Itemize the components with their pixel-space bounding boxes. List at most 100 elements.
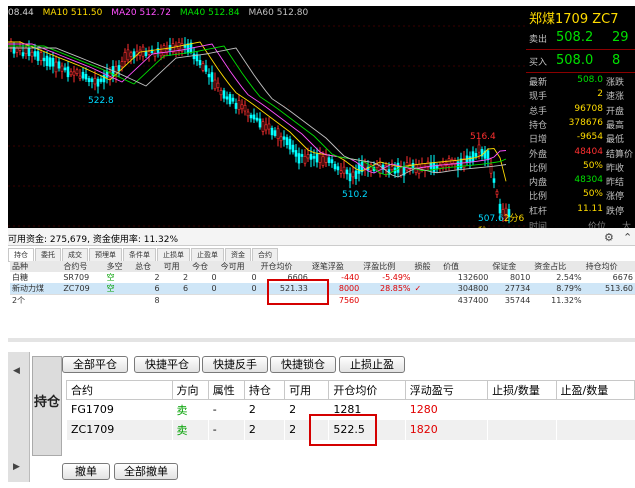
- grid-col-header[interactable]: 方向: [171, 380, 209, 400]
- close-all-button[interactable]: 全部平仓: [62, 356, 128, 373]
- candle-body: [243, 105, 247, 112]
- quote-row-right-label: 开盘: [606, 106, 625, 117]
- grid-col-header[interactable]: 合约: [66, 380, 173, 400]
- grid-col-header[interactable]: 持仓: [243, 380, 286, 400]
- mini-col-header[interactable]: 多空: [104, 261, 134, 272]
- candle-body: [39, 52, 43, 61]
- candle-body: [276, 128, 280, 139]
- grid-col-header[interactable]: 止损/数量: [487, 380, 557, 400]
- table-cell: 28.85%: [361, 283, 413, 295]
- cancel-all-button[interactable]: 全部撤单: [114, 463, 178, 480]
- position-cell: 卖: [171, 419, 209, 440]
- table-cell: 2: [183, 273, 189, 282]
- ask-row[interactable]: 卖出 508.2 29: [526, 28, 635, 48]
- mini-col-header[interactable]: 总仓: [133, 261, 162, 272]
- candle-body: [240, 104, 244, 110]
- table-cell: 132600: [457, 273, 489, 282]
- ma-first: 08.44: [8, 8, 34, 18]
- mini-col-header[interactable]: 开仓均价: [258, 261, 310, 272]
- tab-0[interactable]: 持仓: [8, 248, 34, 262]
- quote-row: 现手 2 速涨: [526, 89, 635, 103]
- table-cell: 513.60: [583, 283, 635, 295]
- tab-6[interactable]: 止盈单: [191, 248, 224, 262]
- settings-gear-icon[interactable]: ⚙: [604, 231, 614, 244]
- quote-row-right-label: 涨跌: [606, 78, 625, 88]
- tab-2[interactable]: 成交: [62, 248, 88, 262]
- quick-close-button[interactable]: 快捷平仓: [134, 356, 200, 373]
- candle-body: [117, 65, 121, 72]
- candle-body: [225, 96, 229, 100]
- tab-5[interactable]: 止损单: [157, 248, 190, 262]
- candle-body: [300, 154, 304, 157]
- ma20-label: MA20 512.72: [111, 8, 171, 18]
- quote-row-right-label: 跌停: [606, 206, 625, 217]
- bid-row[interactable]: 买入 508.0 8: [526, 51, 635, 71]
- bid-volume: 8: [612, 53, 621, 68]
- candle-body: [102, 74, 106, 83]
- stop-loss-profit-button[interactable]: 止损止盈: [339, 356, 405, 373]
- table-cell: [218, 294, 259, 306]
- table-cell: 8.79%: [532, 283, 584, 295]
- collapse-caret-icon[interactable]: ⌃: [623, 231, 632, 244]
- candle-body: [216, 82, 220, 88]
- mini-col-header[interactable]: 损般: [412, 261, 442, 272]
- mini-col-header[interactable]: 浮盈比例: [361, 261, 413, 272]
- position-cell: 2: [243, 419, 285, 440]
- quote-row: 日增 -9654 最低: [526, 132, 635, 146]
- table-cell: [190, 294, 219, 306]
- candle-body: [120, 61, 124, 68]
- tab-8[interactable]: 合约: [252, 248, 278, 262]
- kline-chart[interactable]: 08.44 MA10 511.50 MA20 512.72 MA40 512.8…: [8, 6, 526, 228]
- tab-1[interactable]: 委托: [35, 248, 61, 262]
- hold-tab[interactable]: 持仓: [32, 356, 62, 456]
- mini-col-header[interactable]: 品种: [10, 261, 62, 272]
- grid-col-header[interactable]: 属性: [207, 380, 245, 400]
- table-cell: 8010: [509, 273, 531, 282]
- quote-row: 最新 508.0 涨跌: [526, 75, 635, 89]
- grid-col-header[interactable]: 浮动盈亏: [404, 380, 489, 400]
- table-cell: 6676: [612, 273, 633, 282]
- mini-col-header[interactable]: 保证金: [490, 261, 533, 272]
- tab-3[interactable]: 预埋单: [89, 248, 122, 262]
- tab-7[interactable]: 资金: [225, 248, 251, 262]
- candle-body: [279, 136, 283, 142]
- quote-row-value: -9654: [576, 132, 603, 143]
- candle-body: [33, 51, 37, 57]
- table-cell: 437400: [441, 294, 491, 306]
- quote-row: 持仓 378676 最高: [526, 118, 635, 132]
- candle-body: [69, 71, 73, 76]
- candle-body: [204, 65, 208, 72]
- mini-col-header[interactable]: 可用: [161, 261, 191, 272]
- mini-col-header[interactable]: 合约号: [61, 261, 105, 272]
- mini-col-header[interactable]: 今仓: [190, 261, 219, 272]
- position-summary-header: 品种 合约号 多空 总仓 可用 今仓 今可用 开仓均价 逐笔浮盈 浮盈比例 损般 价值 保证金 资金占比持…: [10, 261, 635, 272]
- quote-row-right-label: 最高: [606, 120, 625, 131]
- ask-label: 卖出: [529, 35, 548, 45]
- quote-row-value: 48304: [574, 175, 603, 186]
- grid-col-header[interactable]: 开仓均价: [328, 380, 406, 400]
- cancel-order-button[interactable]: 撤单: [62, 463, 110, 480]
- mini-col-header[interactable]: 逐笔浮盈: [309, 261, 362, 272]
- table-cell: [361, 294, 413, 306]
- candle-body: [45, 55, 49, 66]
- quote-row-right-label: 昨收: [606, 163, 625, 174]
- grid-col-header[interactable]: 止盈/数量: [555, 380, 635, 400]
- position-tabs: 持仓 委托 成交 预埋单 条件单 止损单 止盈单 资金 合约: [8, 248, 635, 262]
- candle-body: [87, 78, 91, 83]
- candle-body: [339, 170, 343, 174]
- candle-body: [489, 163, 493, 174]
- quick-lock-button[interactable]: 快捷锁仓: [270, 356, 336, 373]
- mini-col-header[interactable]: 今可用: [218, 261, 259, 272]
- quote-panel: 郑煤1709 ZC7 卖出 508.2 29 买入 508.0 8 最新 508.…: [526, 6, 635, 228]
- grid-col-header[interactable]: 可用: [284, 380, 330, 400]
- candle-body: [336, 166, 340, 171]
- scroll-down-icon[interactable]: ▶: [13, 462, 20, 472]
- scroll-up-icon[interactable]: ◀: [13, 366, 20, 376]
- candle-body: [75, 69, 79, 74]
- quick-reverse-button[interactable]: 快捷反手: [202, 356, 268, 373]
- tab-4[interactable]: 条件单: [123, 248, 156, 262]
- mini-col-header[interactable]: 持仓均价: [583, 261, 635, 272]
- mini-col-header[interactable]: 价值: [441, 261, 491, 272]
- mini-col-header[interactable]: 资金占比: [532, 261, 584, 272]
- candle-body: [495, 191, 499, 195]
